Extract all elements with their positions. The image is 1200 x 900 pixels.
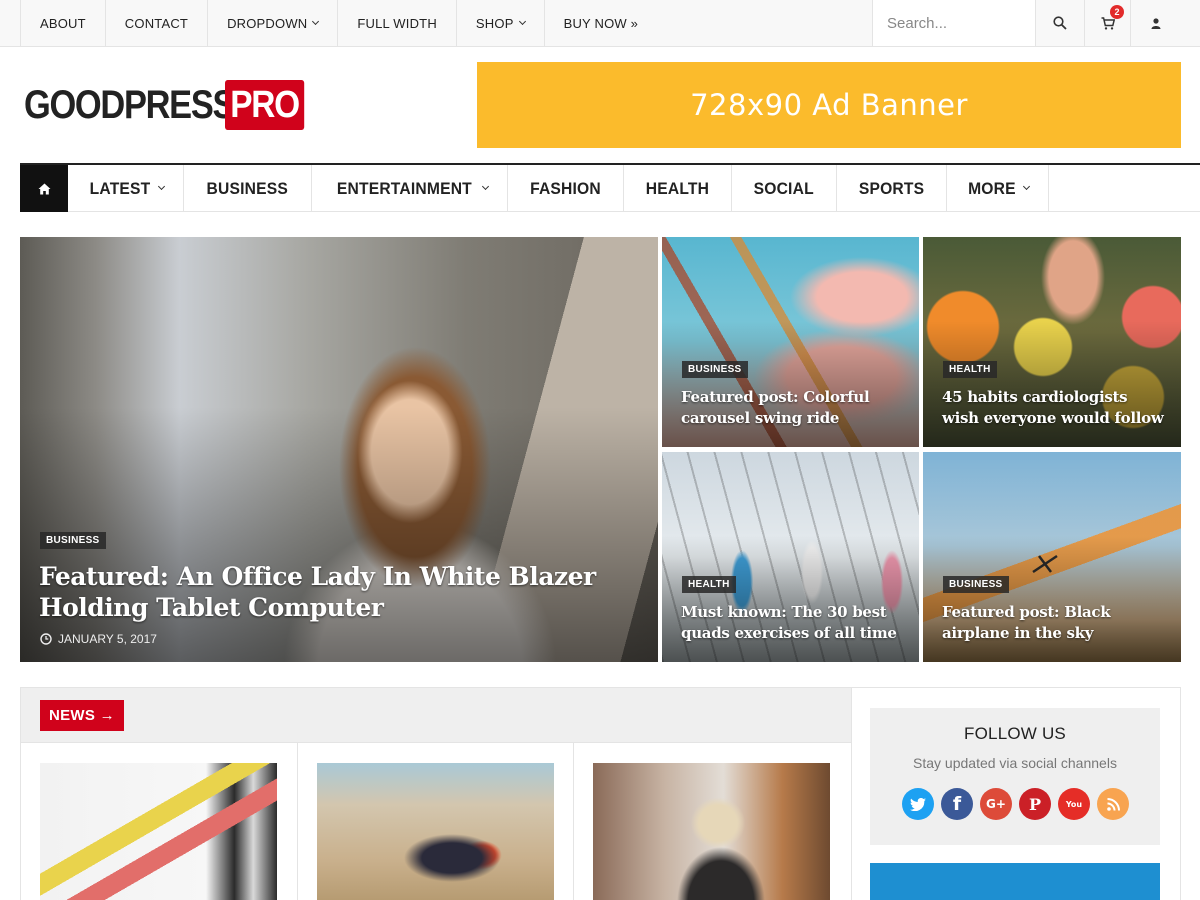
youtube-icon[interactable]: You (1058, 788, 1090, 820)
featured-post-2[interactable]: HEALTH 45 habits cardiologists wish ever… (923, 237, 1181, 447)
nav-fashion[interactable]: FASHION (508, 165, 625, 212)
follow-us-subtitle: Stay updated via social channels (913, 755, 1117, 771)
ad-banner[interactable]: 728x90 Ad Banner (477, 62, 1181, 148)
cart-count-badge: 2 (1110, 5, 1124, 19)
category-badge[interactable]: HEALTH (943, 361, 997, 378)
top-nav-about[interactable]: ABOUT (20, 0, 106, 46)
news-card[interactable] (574, 743, 851, 900)
featured-post-1[interactable]: BUSINESS Featured post: Colorful carouse… (662, 237, 919, 447)
follow-us-title: FOLLOW US (964, 724, 1066, 743)
nav-latest[interactable]: LATEST (68, 165, 185, 212)
search-input[interactable] (873, 0, 1035, 46)
chevron-down-icon (312, 17, 320, 25)
cart-icon (1101, 16, 1115, 30)
cart-button[interactable]: 2 (1085, 0, 1131, 46)
pinterest-icon[interactable]: P (1019, 788, 1051, 820)
social-icons: f G+ P You (902, 788, 1136, 820)
top-nav: ABOUT CONTACT DROPDOWN FULL WIDTH SHOP B… (20, 0, 657, 46)
news-thumbnail[interactable] (40, 763, 277, 900)
category-badge[interactable]: HEALTH (682, 576, 736, 593)
user-icon (1151, 17, 1160, 29)
news-section-label[interactable]: NEWS → (40, 700, 124, 731)
featured-main-title[interactable]: Featured: An Office Lady In White Blazer… (39, 561, 599, 623)
news-thumbnail[interactable] (593, 763, 830, 900)
category-badge[interactable]: BUSINESS (682, 361, 748, 378)
google-plus-icon[interactable]: G+ (980, 788, 1012, 820)
nav-entertainment[interactable]: ENTERTAINMENT (312, 165, 509, 212)
ad-banner-text: 728x90 Ad Banner (690, 88, 968, 122)
search-box (872, 0, 1036, 46)
news-thumbnail[interactable] (317, 763, 554, 900)
sidebar: FOLLOW US Stay updated via social channe… (852, 687, 1181, 900)
nav-social[interactable]: SOCIAL (732, 165, 837, 212)
facebook-icon[interactable]: f (941, 788, 973, 820)
home-icon (38, 183, 50, 194)
nav-health[interactable]: HEALTH (624, 165, 733, 212)
featured-post-title[interactable]: 45 habits cardiologists wish everyone wo… (942, 387, 1167, 429)
site-logo[interactable]: GOODPRESS PRO (24, 80, 315, 130)
logo-text: GOODPRESS (24, 82, 235, 127)
chevron-down-icon (518, 17, 526, 25)
rss-icon[interactable] (1097, 788, 1129, 820)
sidebar-widget (870, 863, 1160, 900)
home-button[interactable] (20, 165, 68, 212)
news-card[interactable] (298, 743, 574, 900)
twitter-icon[interactable] (902, 788, 934, 820)
follow-us-widget: FOLLOW US Stay updated via social channe… (870, 708, 1160, 845)
account-button[interactable] (1131, 0, 1180, 46)
featured-post-4[interactable]: BUSINESS Featured post: Black airplane i… (923, 452, 1181, 662)
featured-post-title[interactable]: Featured post: Colorful carousel swing r… (681, 387, 901, 429)
top-nav-shop[interactable]: SHOP (457, 0, 545, 46)
top-nav-contact[interactable]: CONTACT (106, 0, 209, 46)
clock-icon (40, 633, 52, 645)
search-button[interactable] (1036, 0, 1085, 46)
top-nav-full-width[interactable]: FULL WIDTH (338, 0, 457, 46)
chevron-down-icon (482, 182, 490, 191)
featured-main-post[interactable]: BUSINESS Featured: An Office Lady In Whi… (20, 237, 658, 662)
top-bar: ABOUT CONTACT DROPDOWN FULL WIDTH SHOP B… (0, 0, 1200, 47)
nav-business[interactable]: BUSINESS (184, 165, 312, 212)
main-nav: LATEST BUSINESS ENTERTAINMENT FASHION HE… (20, 163, 1200, 212)
news-section: NEWS → (20, 687, 852, 900)
featured-post-3[interactable]: HEALTH Must known: The 30 best quads exe… (662, 452, 919, 662)
category-badge[interactable]: BUSINESS (40, 532, 106, 549)
search-icon (1053, 16, 1067, 30)
news-section-header: NEWS → (21, 688, 851, 743)
news-card[interactable] (21, 743, 298, 900)
top-nav-buy-now[interactable]: BUY NOW » (545, 0, 658, 46)
featured-post-title[interactable]: Must known: The 30 best quads exercises … (681, 602, 901, 644)
category-badge[interactable]: BUSINESS (943, 576, 1009, 593)
nav-more[interactable]: MORE (947, 165, 1049, 212)
logo-badge: PRO (225, 80, 305, 130)
chevron-down-icon (158, 182, 166, 191)
nav-sports[interactable]: SPORTS (837, 165, 947, 212)
chevron-down-icon (1022, 182, 1030, 191)
top-nav-dropdown[interactable]: DROPDOWN (208, 0, 339, 46)
featured-post-title[interactable]: Featured post: Black airplane in the sky (942, 602, 1167, 644)
post-date: JANUARY 5, 2017 (40, 632, 157, 646)
